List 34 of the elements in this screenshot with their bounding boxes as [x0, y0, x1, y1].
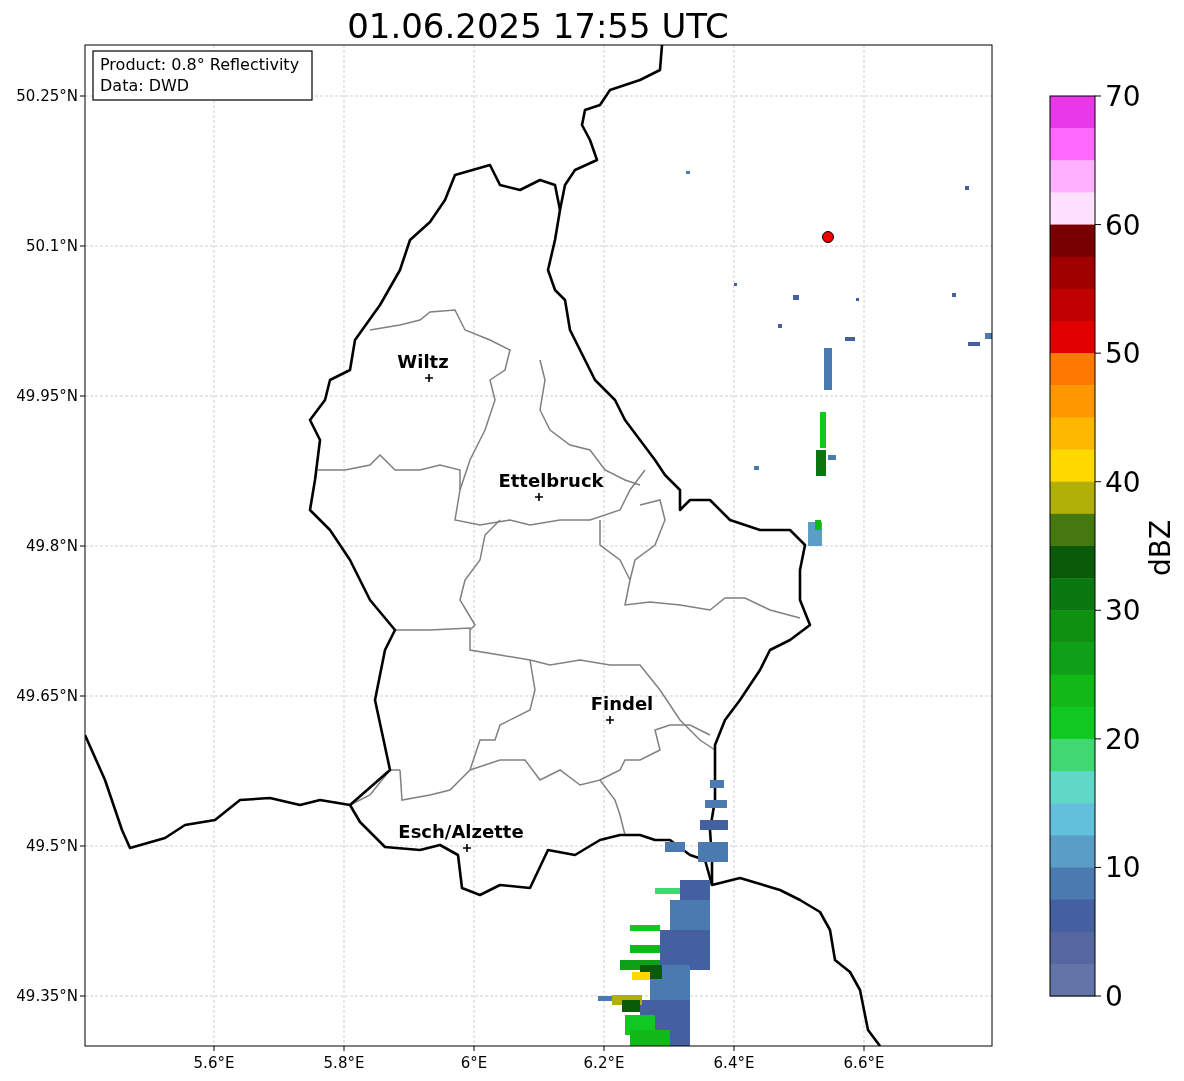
x-tick-label: 6.6°E [843, 1054, 885, 1072]
colorbar-tick-label: 70 [1105, 80, 1141, 113]
city-marker-icon [605, 715, 615, 725]
colorbar-tick-label: 50 [1105, 337, 1141, 371]
colorbar-tick-label: 40 [1105, 465, 1141, 499]
city-label: Wiltz [397, 351, 449, 372]
x-tick-label: 6.2°E [583, 1054, 625, 1072]
colorbar-tick-label: 10 [1105, 851, 1141, 885]
radar-site-marker-icon [822, 231, 834, 243]
city-marker-icon [462, 843, 472, 853]
y-tick-label: 49.35°N [16, 987, 78, 1005]
colorbar-tick-label: 30 [1105, 594, 1141, 628]
city-label: Esch/Alzette [398, 821, 524, 842]
x-tick-label: 5.6°E [193, 1054, 235, 1072]
city-marker-icon [424, 373, 434, 383]
info-text: Data: DWD [100, 76, 190, 95]
x-tick-label: 6.4°E [713, 1054, 755, 1072]
x-tick-label: 6°E [460, 1054, 488, 1072]
colorbar-tick-label: 60 [1105, 208, 1141, 242]
y-tick-label: 50.25°N [16, 87, 78, 105]
city-label: Findel [590, 693, 654, 714]
y-tick-label: 50.1°N [25, 237, 78, 255]
colorbar-label: dBZ [1144, 519, 1177, 577]
x-tick-label: 5.8°E [323, 1054, 365, 1072]
city-marker-icon [534, 492, 544, 502]
colorbar-tick-label: 20 [1105, 722, 1141, 756]
colorbar-tick-label: 0 [1105, 980, 1123, 1013]
chart-title: 01.06.2025 17:55 UTC [347, 6, 729, 46]
y-tick-label: 49.8°N [25, 537, 78, 555]
y-tick-label: 49.65°N [16, 687, 78, 705]
city-label: Ettelbruck [498, 470, 604, 491]
y-tick-label: 49.95°N [16, 387, 78, 405]
y-tick-label: 49.5°N [25, 837, 78, 855]
info-text: Product: 0.8° Reflectivity [100, 55, 300, 74]
